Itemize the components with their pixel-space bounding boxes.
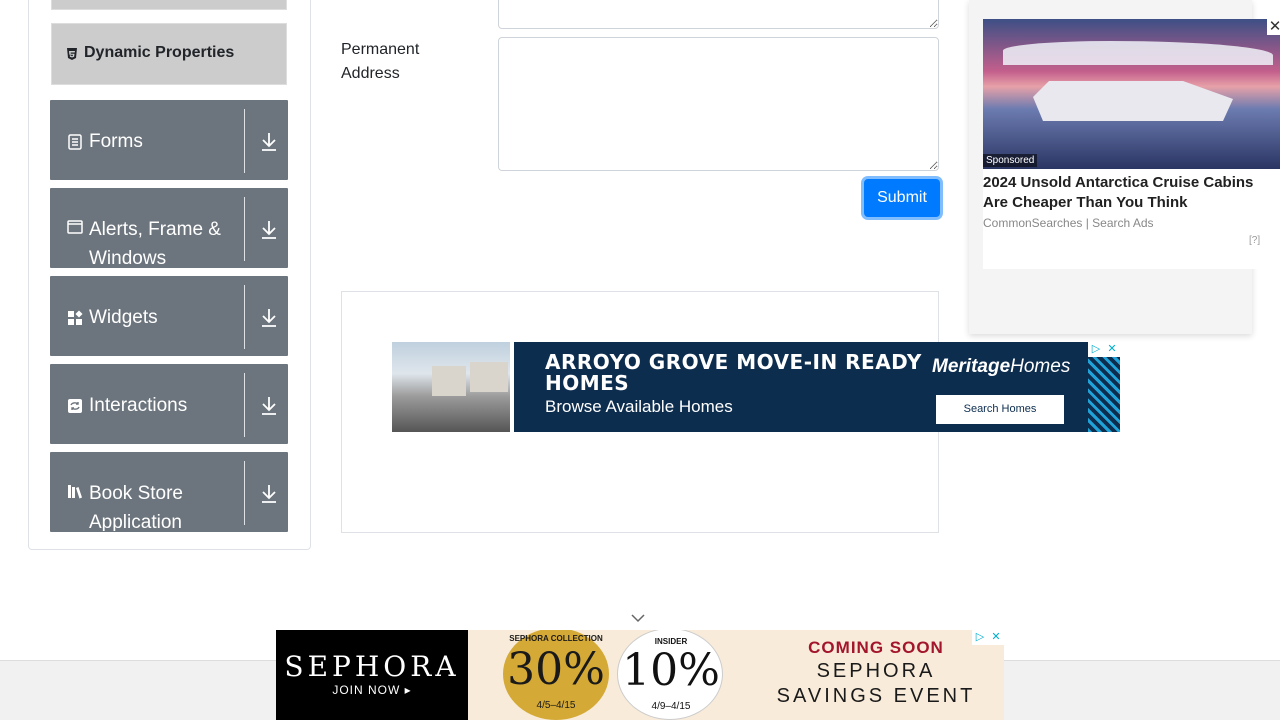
group-label: Widgets (89, 307, 158, 328)
close-icon[interactable]: ✕ (1267, 19, 1280, 35)
badge-percent: 30% (507, 644, 605, 695)
interactions-icon (68, 399, 82, 413)
permanent-address-textarea[interactable] (498, 37, 939, 171)
ad-join: JOIN NOW ▸ (332, 683, 412, 697)
group-label: Alerts, Frame & Windows (89, 219, 221, 268)
ad-source: CommonSearches | Search Ads (983, 216, 1154, 230)
divider (244, 285, 245, 349)
group-header-widgets[interactable]: Widgets (50, 276, 288, 356)
ad-announcement: COMING SOON SEPHORA SAVINGS EVENT (776, 638, 976, 708)
download-icon[interactable] (259, 131, 279, 153)
chevron-down-icon[interactable] (630, 612, 646, 624)
divider (244, 109, 245, 173)
current-address-textarea[interactable] (498, 0, 939, 29)
badge-percent: 10% (622, 645, 720, 696)
adchoices-icon[interactable]: ▷ (972, 630, 988, 645)
ad-banner-sephora[interactable]: SEPHORA JOIN NOW ▸ SEPHORA COLLECTION 30… (276, 630, 1004, 720)
download-icon[interactable] (259, 307, 279, 329)
discount-badge: INSIDER 10% 4/9–4/15 (617, 630, 723, 720)
ad-logo-part-a: Meritage (932, 356, 1011, 377)
ad-banner-homes[interactable]: ARROYO GROVE MOVE-IN READY HOMES Browse … (392, 342, 1120, 432)
group-label: Forms (89, 131, 143, 152)
ad-line-1: COMING SOON (808, 638, 944, 657)
ad-cruise[interactable]: Sponsored 2024 Unsold Antarctica Cruise … (983, 19, 1280, 269)
window-icon (67, 220, 83, 234)
html5-icon (67, 48, 77, 60)
ad-cta-button[interactable]: Search Homes (936, 395, 1064, 424)
discount-badge: SEPHORA COLLECTION 30% 4/5–4/15 (503, 630, 609, 720)
ad-info[interactable]: [?] (1249, 235, 1260, 246)
widgets-icon (68, 310, 83, 325)
ship-shape (1033, 81, 1233, 121)
ad-headline: ARROYO GROVE MOVE-IN READY HOMES (545, 350, 922, 395)
iceberg-shape (1003, 41, 1273, 65)
form-icon (68, 134, 82, 150)
books-icon (68, 485, 82, 499)
close-icon[interactable]: ✕ (1104, 342, 1120, 357)
submit-button[interactable]: Submit (864, 179, 940, 217)
group-header-book-store[interactable]: Book Store Application (50, 452, 288, 532)
sidebar-item-dynamic-properties[interactable]: Dynamic Properties (51, 23, 287, 85)
divider (244, 197, 245, 261)
badge-date: 4/9–4/15 (651, 701, 691, 712)
ad-line-3: SAVINGS EVENT (776, 685, 976, 707)
sidebar-item-label: Dynamic Properties (84, 44, 235, 61)
adchoices-icon[interactable]: ▷ (1088, 342, 1104, 357)
sidebar: Dynamic Properties Forms Alerts, Frame &… (28, 0, 311, 550)
ad-photo (392, 342, 514, 432)
sidebar-item-previous[interactable] (51, 0, 287, 10)
download-icon[interactable] (259, 395, 279, 417)
group-header-interactions[interactable]: Interactions (50, 364, 288, 444)
group-label: Book Store Application (89, 483, 183, 532)
ad-headline[interactable]: 2024 Unsold Antarctica Cruise Cabins Are… (983, 173, 1279, 213)
ad-image (983, 19, 1280, 169)
download-icon[interactable] (259, 219, 279, 241)
sponsored-label: Sponsored (983, 154, 1038, 167)
house-shape (432, 366, 466, 396)
ad-logo-part-b: Homes (1010, 356, 1071, 377)
ad-subline: Browse Available Homes (545, 397, 733, 416)
house-shape (470, 362, 508, 392)
ad-line-2: SEPHORA (816, 660, 936, 682)
permanent-address-label: Permanent Address (341, 41, 420, 82)
group-label: Interactions (89, 395, 188, 416)
divider (244, 461, 245, 525)
ad-brand: SEPHORA (284, 650, 460, 683)
divider (244, 373, 245, 437)
ad-logo: MeritageHomes (932, 356, 1070, 378)
group-header-forms[interactable]: Forms (50, 100, 288, 180)
close-icon[interactable]: ✕ (988, 630, 1004, 645)
badge-date: 4/5–4/15 (536, 700, 576, 711)
download-icon[interactable] (259, 483, 279, 505)
group-header-alerts-frame-windows[interactable]: Alerts, Frame & Windows (50, 188, 288, 268)
ad-brand-panel: SEPHORA JOIN NOW ▸ (276, 630, 468, 720)
badge-top: SEPHORA COLLECTION (509, 634, 603, 643)
